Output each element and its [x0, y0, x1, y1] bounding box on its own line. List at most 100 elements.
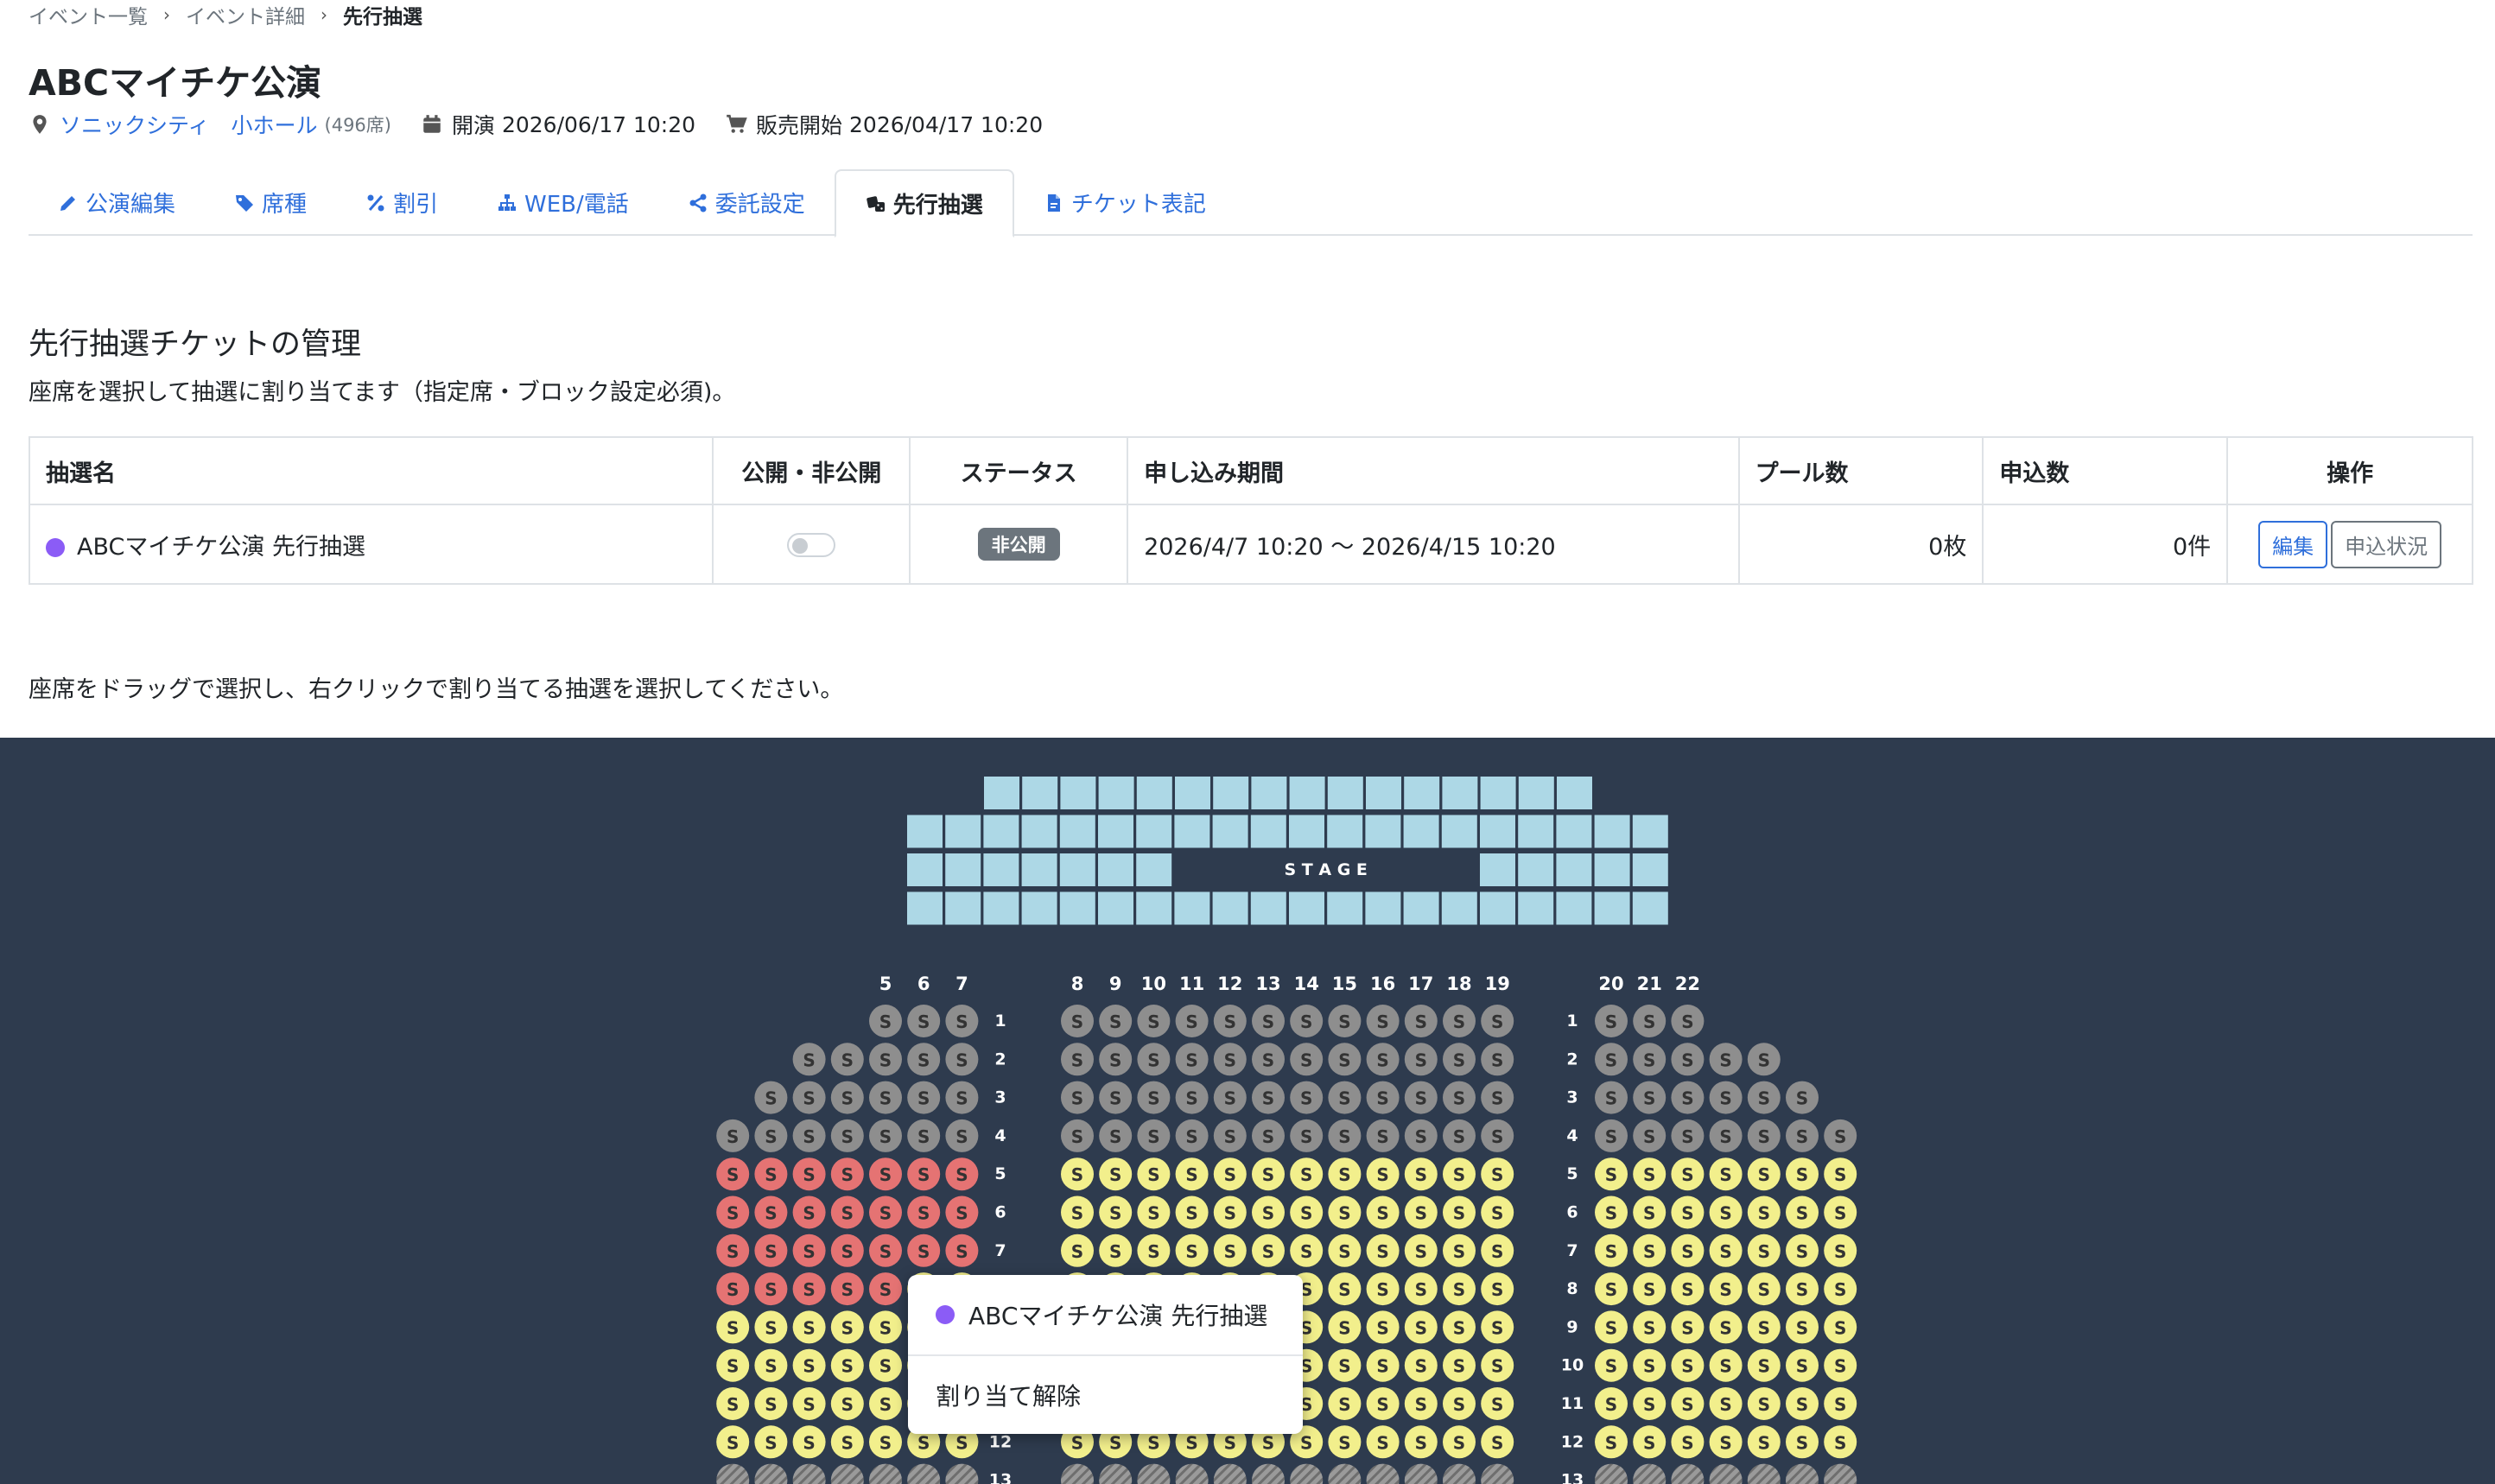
seat[interactable]	[1290, 1463, 1324, 1484]
stage-tile	[1059, 853, 1095, 886]
stage-tile	[1442, 777, 1478, 809]
seat[interactable]	[945, 1463, 979, 1484]
tab-bar: 公演編集 席種 割引 WEB/電話 委託設定 先行抽選 チケット表記	[29, 169, 2473, 238]
tab-lottery[interactable]: 先行抽選	[834, 169, 1014, 238]
seat[interactable]	[907, 1463, 941, 1484]
seat[interactable]	[869, 1463, 902, 1484]
seat[interactable]	[792, 1463, 826, 1484]
chevron-right-icon: ›	[321, 4, 327, 25]
seat-label: S	[1338, 1279, 1350, 1300]
edit-button[interactable]: 編集	[2258, 520, 2328, 568]
seat-label: S	[765, 1241, 777, 1262]
status-badge: 非公開	[977, 528, 1060, 561]
column-label: 21	[1637, 973, 1662, 994]
seat-label: S	[1071, 1050, 1083, 1070]
menu-item-assign-lottery[interactable]: ABCマイチケ公演 先行抽選	[908, 1275, 1303, 1354]
seat-label: S	[1453, 1432, 1465, 1453]
breadcrumb-item-event-detail[interactable]: イベント詳細	[186, 0, 305, 29]
seat[interactable]	[1061, 1463, 1094, 1484]
breadcrumb-current: 先行抽選	[343, 6, 422, 29]
seat[interactable]	[1595, 1463, 1628, 1484]
application-status-button[interactable]: 申込状況	[2331, 520, 2442, 568]
seat-label: S	[1796, 1317, 1808, 1338]
seat[interactable]	[1747, 1463, 1781, 1484]
tab-event-edit[interactable]: 公演編集	[29, 169, 205, 236]
seat-label: S	[841, 1088, 854, 1109]
tab-label: WEB/電話	[524, 192, 629, 218]
seat-label: S	[1643, 1088, 1655, 1109]
seat-label: S	[1643, 1241, 1655, 1262]
stage-tile	[1480, 777, 1516, 809]
seat-label: S	[1376, 1394, 1388, 1415]
row-label: 12	[1561, 1432, 1584, 1451]
seat[interactable]	[1786, 1463, 1819, 1484]
seat-label: S	[1224, 1050, 1236, 1070]
column-header-applications: 申込数	[1982, 436, 2229, 505]
column-label: 8	[1071, 973, 1084, 994]
stage-tile	[1441, 815, 1477, 848]
seat[interactable]	[716, 1463, 750, 1484]
breadcrumb-item-events[interactable]: イベント一覧	[29, 0, 148, 29]
seat[interactable]	[830, 1463, 864, 1484]
stage-tile	[1212, 891, 1248, 925]
seat-label: S	[879, 1126, 892, 1147]
seat-label: S	[1338, 1203, 1350, 1224]
seat-label: S	[1415, 1164, 1427, 1185]
seat[interactable]	[1175, 1463, 1209, 1484]
seat-label: S	[1681, 1356, 1693, 1377]
stage-tile	[983, 853, 1019, 886]
stage-tile	[1518, 853, 1554, 886]
stage-tile	[1556, 853, 1592, 886]
seat-label: S	[1834, 1203, 1846, 1224]
stage-tile	[1021, 891, 1057, 925]
seat-label: S	[955, 1050, 968, 1070]
tab-label: 割引	[393, 192, 439, 218]
stage-tile	[1556, 891, 1592, 925]
seat[interactable]	[1404, 1463, 1438, 1484]
row-label: 13	[989, 1471, 1012, 1484]
seat[interactable]	[1824, 1463, 1857, 1484]
tab-label: 委託設定	[714, 192, 805, 218]
seat-label: S	[1643, 1317, 1655, 1338]
seat-label: S	[1758, 1394, 1770, 1415]
seat[interactable]	[1633, 1463, 1667, 1484]
seat-label: S	[1109, 1432, 1121, 1453]
visibility-toggle[interactable]	[787, 533, 836, 557]
seat[interactable]	[1252, 1463, 1285, 1484]
seat-label: S	[841, 1164, 854, 1185]
seat-label: S	[879, 1088, 892, 1109]
tab-ticket-notation[interactable]: チケット表記	[1014, 169, 1235, 236]
seat[interactable]	[1328, 1463, 1362, 1484]
stage-tile	[1327, 815, 1363, 848]
seat[interactable]	[1213, 1463, 1247, 1484]
tab-web-phone[interactable]: WEB/電話	[467, 169, 658, 236]
venue-link[interactable]: ソニックシティ 小ホール	[60, 109, 318, 140]
seat[interactable]	[1443, 1463, 1476, 1484]
seat-label: S	[1834, 1164, 1846, 1185]
seat[interactable]	[1481, 1463, 1514, 1484]
seat[interactable]	[754, 1463, 788, 1484]
seat-label: S	[879, 1394, 892, 1415]
seat-label: S	[1376, 1012, 1388, 1032]
tab-discount[interactable]: 割引	[336, 169, 467, 236]
stage-tile	[1480, 891, 1515, 925]
seat-label: S	[765, 1203, 777, 1224]
seat[interactable]	[1366, 1463, 1400, 1484]
seat-label: S	[1147, 1241, 1159, 1262]
menu-item-unassign[interactable]: 割り当て解除	[908, 1354, 1303, 1434]
seat-label: S	[1605, 1432, 1617, 1453]
seat[interactable]	[1671, 1463, 1705, 1484]
seat-label: S	[1719, 1050, 1731, 1070]
seat-label: S	[1415, 1432, 1427, 1453]
seat-label: S	[1224, 1088, 1236, 1109]
seat-label: S	[1071, 1126, 1083, 1147]
seat[interactable]	[1709, 1463, 1743, 1484]
seat-label: S	[1834, 1317, 1846, 1338]
seat[interactable]	[1099, 1463, 1133, 1484]
seat-label: S	[1376, 1088, 1388, 1109]
tab-consignment[interactable]: 委託設定	[658, 169, 835, 236]
tab-seat-types[interactable]: 席種	[205, 169, 336, 236]
stage-tile	[1403, 891, 1439, 925]
seat[interactable]	[1137, 1463, 1171, 1484]
dice-icon	[867, 195, 885, 212]
